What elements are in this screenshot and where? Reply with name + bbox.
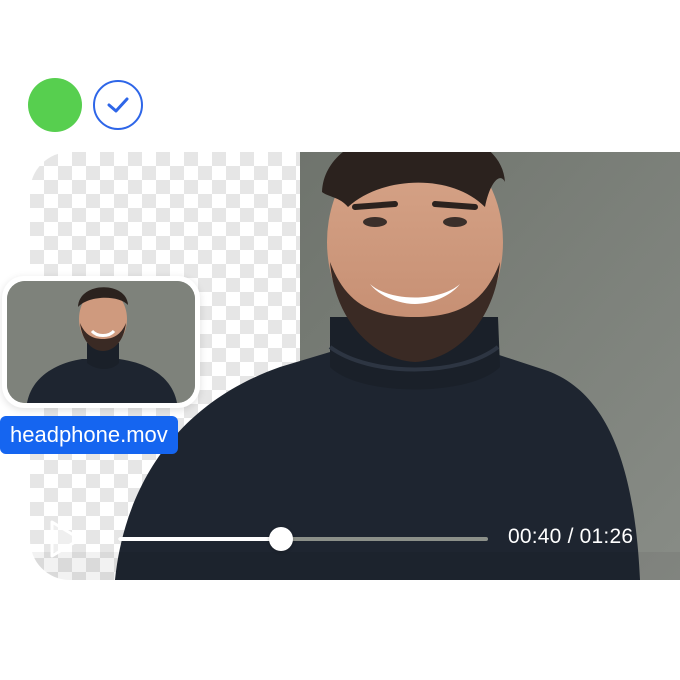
thumbnail-image	[7, 281, 195, 403]
file-name-label: headphone.mov	[0, 416, 178, 454]
progress-handle[interactable]	[268, 527, 293, 551]
check-icon[interactable]	[93, 80, 143, 130]
progress-bar[interactable]	[118, 527, 488, 551]
progress-fill	[118, 537, 281, 541]
status-dot-green	[28, 78, 82, 132]
video-thumbnail[interactable]	[2, 276, 200, 408]
play-icon[interactable]	[44, 518, 86, 560]
